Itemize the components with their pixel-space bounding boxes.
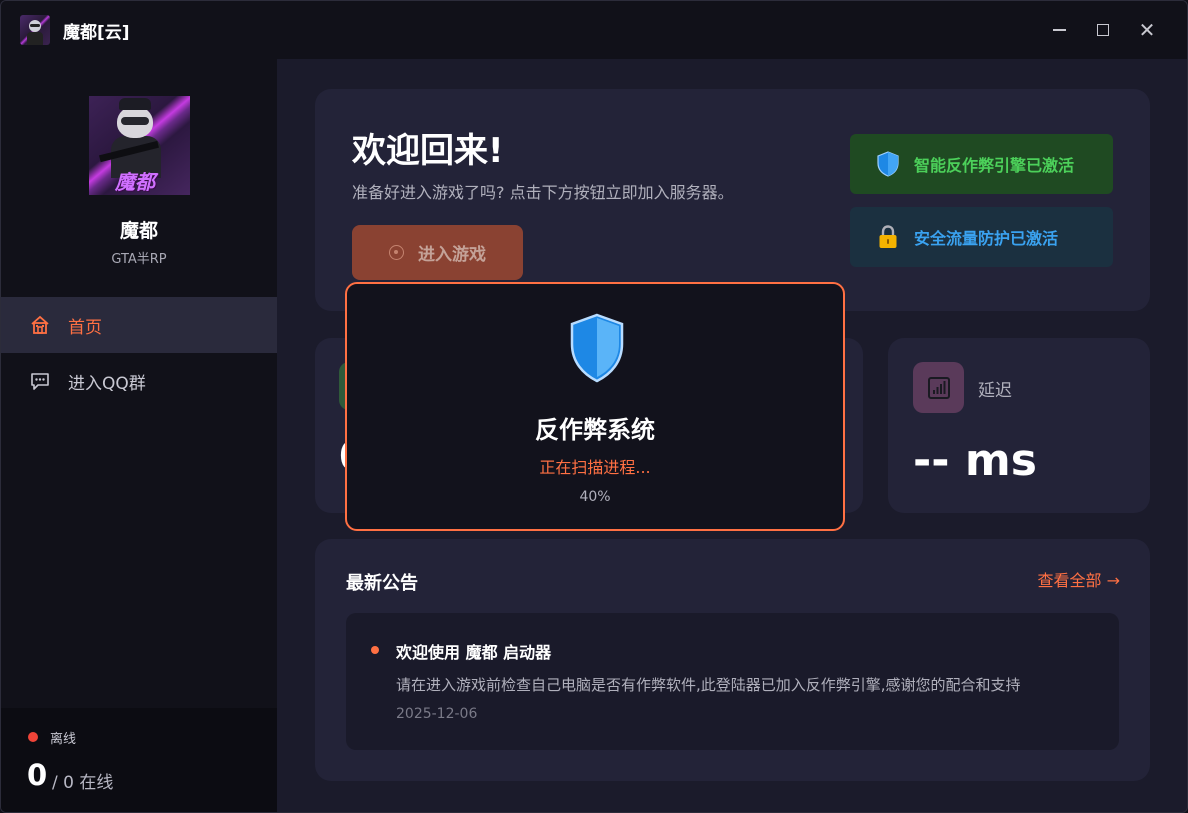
anticheat-scan-dialog: 反作弊系统 正在扫描进程... 40% (345, 282, 845, 531)
announcements-card: 最新公告 查看全部 → 欢迎使用 魔都 启动器 请在进入游戏前检查自己电脑是否有… (315, 539, 1150, 781)
sidebar-item-qq-group[interactable]: 进入QQ群 (1, 353, 277, 409)
announcement-title: 欢迎使用 魔都 启动器 (396, 643, 552, 662)
sidebar-item-home[interactable]: 首页 (1, 297, 277, 353)
server-avatar: 魔都 (89, 96, 190, 195)
latency-value: -- ms (913, 435, 1037, 486)
welcome-card: 欢迎回来! 准备好进入游戏了吗? 点击下方按钮立即加入服务器。 进入游戏 智能反… (315, 89, 1150, 311)
play-icon (389, 245, 404, 260)
enter-game-label: 进入游戏 (418, 245, 486, 265)
announcement-body: 请在进入游戏前检查自己电脑是否有作弊软件,此登陆器已加入反作弊引擎,感谢您的配合… (396, 676, 1021, 694)
close-icon: ✕ (1138, 18, 1156, 42)
sidebar-item-label: 首页 (68, 317, 102, 338)
anticheat-badge: 智能反作弊引擎已激活 (850, 134, 1113, 194)
signal-icon (927, 376, 950, 399)
sidebar: 魔都 魔都 GTA半RP 首页 进入QQ群 离线 0 / 0 在线 (1, 59, 277, 812)
traffic-protection-badge: 安全流量防护已激活 (850, 207, 1113, 267)
announcement-date: 2025-12-06 (396, 706, 478, 722)
status-dot-icon (28, 732, 38, 742)
avatar-logo-text: 魔都 (115, 170, 155, 194)
shield-icon (877, 151, 899, 177)
app-title: 魔都[云] (63, 22, 130, 43)
title-bar[interactable]: 魔都[云] ✕ (1, 1, 1187, 59)
maximize-icon (1097, 24, 1109, 36)
minimize-button[interactable] (1037, 1, 1081, 59)
latency-card: 延迟 -- ms (888, 338, 1150, 513)
dialog-title: 反作弊系统 (535, 416, 655, 444)
latency-label: 延迟 (978, 381, 1012, 401)
window-controls: ✕ (1037, 1, 1169, 59)
list-item[interactable]: 欢迎使用 魔都 启动器 请在进入游戏前检查自己电脑是否有作弊软件,此登陆器已加入… (346, 613, 1119, 750)
traffic-protection-label: 安全流量防护已激活 (914, 229, 1059, 248)
lock-icon (879, 225, 897, 248)
close-button[interactable]: ✕ (1125, 1, 1169, 59)
online-count: 0 (27, 758, 48, 792)
welcome-subtitle: 准备好进入游戏了吗? 点击下方按钮立即加入服务器。 (352, 183, 734, 202)
enter-game-button[interactable]: 进入游戏 (352, 225, 523, 280)
chat-icon (31, 373, 49, 390)
home-icon (31, 315, 49, 334)
bullet-icon (371, 646, 379, 654)
shield-icon (570, 313, 624, 383)
online-total: / 0 在线 (52, 773, 114, 793)
welcome-title: 欢迎回来! (352, 131, 504, 171)
server-subtitle: GTA半RP (111, 252, 167, 267)
server-status-label: 离线 (50, 732, 77, 747)
sidebar-item-label: 进入QQ群 (68, 373, 146, 394)
view-all-link[interactable]: 查看全部 → (1038, 567, 1121, 591)
announcements-title: 最新公告 (346, 573, 418, 594)
scan-status: 正在扫描进程... (539, 458, 651, 477)
online-status-panel: 离线 0 / 0 在线 (1, 708, 277, 812)
minimize-icon (1052, 29, 1066, 31)
server-name: 魔都 (119, 220, 158, 242)
scan-progress: 40% (579, 489, 611, 505)
maximize-button[interactable] (1081, 1, 1125, 59)
latency-icon-chip (913, 362, 964, 413)
app-logo-icon (20, 15, 50, 45)
anticheat-badge-label: 智能反作弊引擎已激活 (914, 156, 1075, 175)
app-window: 魔都[云] ✕ 魔都 魔都 GTA半RP 首页 进入QQ群 离线 0 / 0 在… (0, 0, 1188, 813)
